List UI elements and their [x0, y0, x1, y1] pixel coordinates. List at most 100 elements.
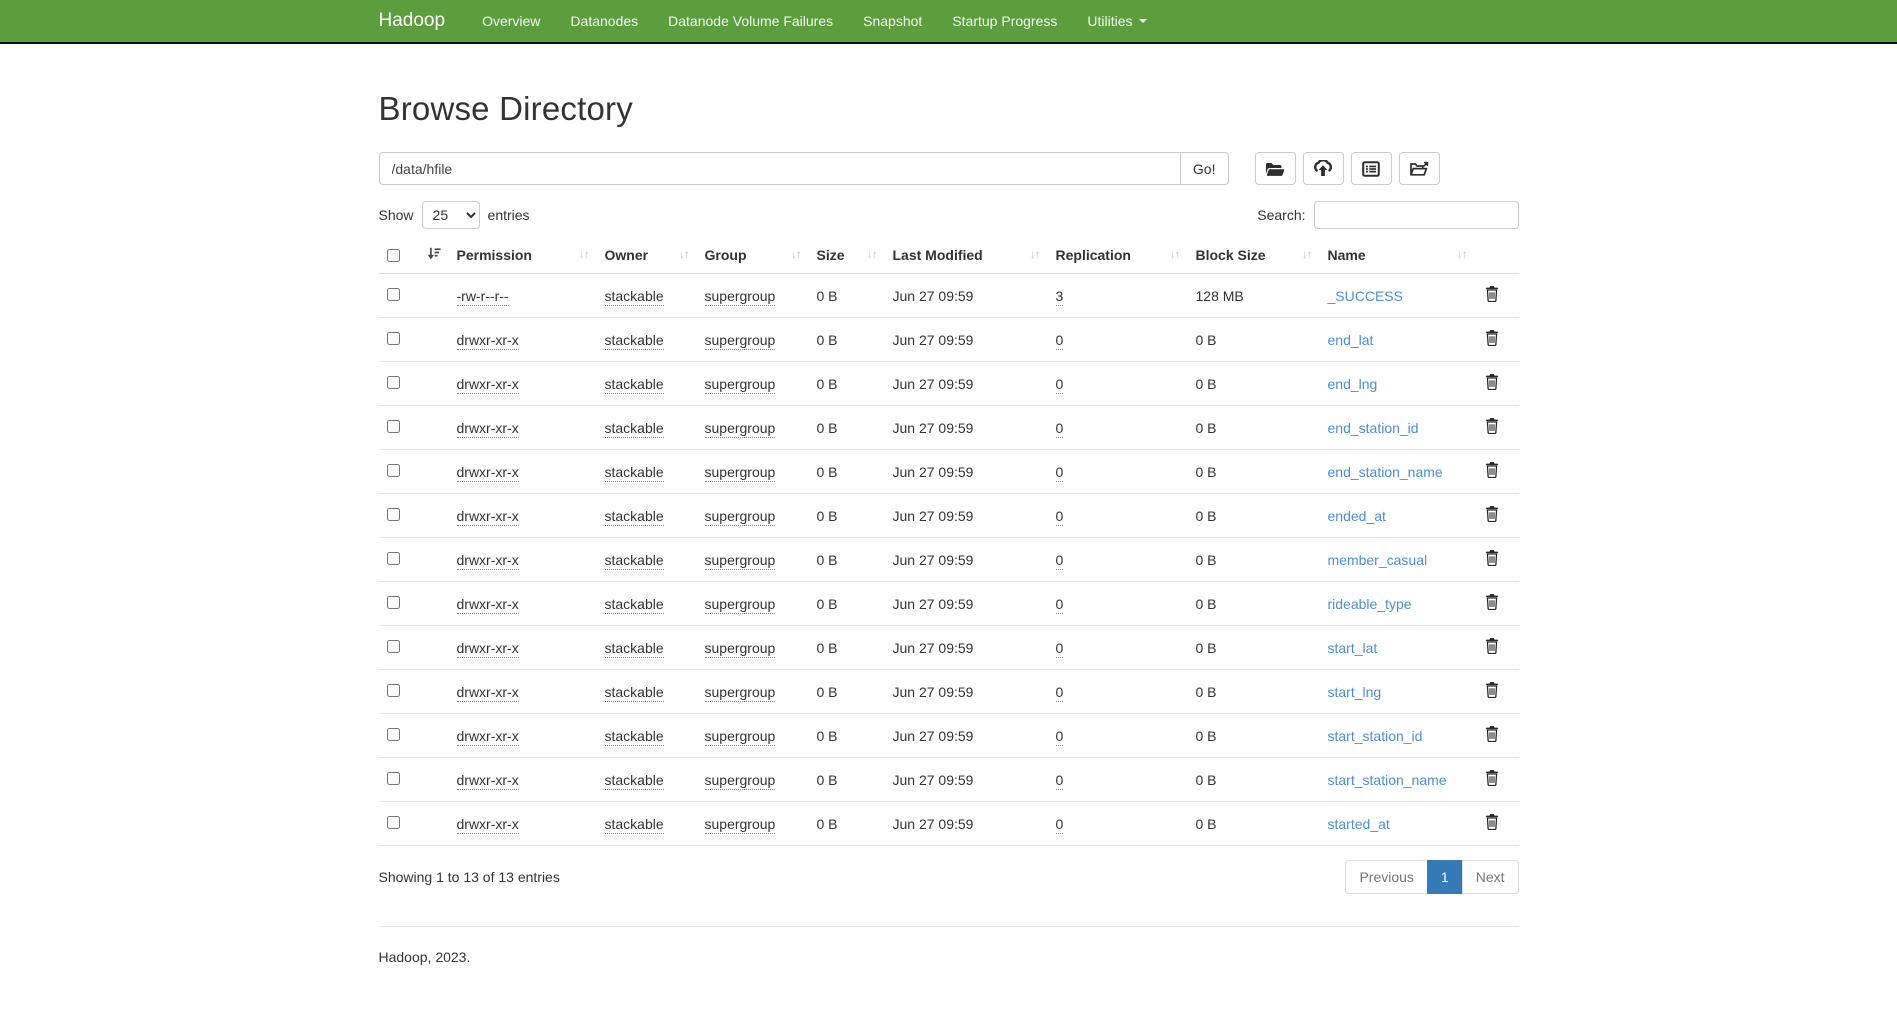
permission-value[interactable]: -rw-r--r-- [457, 288, 509, 306]
row-checkbox[interactable] [387, 508, 400, 521]
replication-value[interactable]: 0 [1056, 464, 1064, 482]
replication-value[interactable]: 0 [1056, 508, 1064, 526]
pagination-page-1[interactable]: 1 [1427, 860, 1463, 894]
pagination-previous[interactable]: Previous [1345, 860, 1427, 894]
row-checkbox[interactable] [387, 684, 400, 697]
select-all-checkbox[interactable] [387, 249, 400, 262]
create-directory-button[interactable] [1255, 152, 1296, 185]
owner-value[interactable]: stackable [605, 464, 664, 482]
owner-value[interactable]: stackable [605, 508, 664, 526]
delete-button[interactable] [1483, 680, 1501, 703]
group-value[interactable]: supergroup [705, 288, 776, 306]
owner-value[interactable]: stackable [605, 640, 664, 658]
nav-item-datanodes[interactable]: Datanodes [555, 0, 653, 42]
group-value[interactable]: supergroup [705, 684, 776, 702]
row-checkbox[interactable] [387, 420, 400, 433]
owner-value[interactable]: stackable [605, 816, 664, 834]
file-link[interactable]: end_lat [1328, 332, 1374, 348]
replication-value[interactable]: 3 [1056, 288, 1064, 306]
owner-value[interactable]: stackable [605, 420, 664, 438]
delete-button[interactable] [1483, 504, 1501, 527]
column-header-last-modified[interactable]: Last Modified↓↑ [885, 239, 1048, 274]
row-checkbox[interactable] [387, 728, 400, 741]
replication-value[interactable]: 0 [1056, 596, 1064, 614]
group-value[interactable]: supergroup [705, 596, 776, 614]
replication-value[interactable]: 0 [1056, 772, 1064, 790]
column-header-name[interactable]: Name↓↑ [1320, 239, 1475, 274]
delete-button[interactable] [1483, 592, 1501, 615]
row-checkbox[interactable] [387, 288, 400, 301]
file-link[interactable]: start_station_name [1328, 772, 1447, 788]
row-checkbox[interactable] [387, 816, 400, 829]
replication-value[interactable]: 0 [1056, 728, 1064, 746]
file-link[interactable]: start_station_id [1328, 728, 1423, 744]
go-button[interactable]: Go! [1180, 152, 1229, 185]
permission-value[interactable]: drwxr-xr-x [457, 728, 519, 746]
file-details-button[interactable] [1351, 152, 1392, 185]
permission-value[interactable]: drwxr-xr-x [457, 816, 519, 834]
select-all-header[interactable] [379, 239, 449, 274]
permission-value[interactable]: drwxr-xr-x [457, 640, 519, 658]
delete-button[interactable] [1483, 768, 1501, 791]
delete-button[interactable] [1483, 460, 1501, 483]
owner-value[interactable]: stackable [605, 376, 664, 394]
directory-path-input[interactable] [379, 152, 1180, 185]
owner-value[interactable]: stackable [605, 728, 664, 746]
replication-value[interactable]: 0 [1056, 640, 1064, 658]
search-input[interactable] [1314, 201, 1519, 229]
permission-value[interactable]: drwxr-xr-x [457, 464, 519, 482]
upload-files-button[interactable] [1303, 152, 1344, 185]
replication-value[interactable]: 0 [1056, 816, 1064, 834]
permission-value[interactable]: drwxr-xr-x [457, 772, 519, 790]
group-value[interactable]: supergroup [705, 640, 776, 658]
permission-value[interactable]: drwxr-xr-x [457, 596, 519, 614]
replication-value[interactable]: 0 [1056, 420, 1064, 438]
file-link[interactable]: end_station_name [1328, 464, 1443, 480]
group-value[interactable]: supergroup [705, 376, 776, 394]
pagination-next[interactable]: Next [1462, 860, 1519, 894]
owner-value[interactable]: stackable [605, 332, 664, 350]
owner-value[interactable]: stackable [605, 684, 664, 702]
nav-item-datanode-volume-failures[interactable]: Datanode Volume Failures [653, 0, 848, 42]
row-checkbox[interactable] [387, 464, 400, 477]
row-checkbox[interactable] [387, 596, 400, 609]
nav-dropdown-utilities[interactable]: Utilities [1072, 0, 1161, 42]
file-link[interactable]: member_casual [1328, 552, 1428, 568]
column-header-size[interactable]: Size↓↑ [809, 239, 885, 274]
replication-value[interactable]: 0 [1056, 684, 1064, 702]
file-link[interactable]: end_station_id [1328, 420, 1419, 436]
group-value[interactable]: supergroup [705, 816, 776, 834]
column-header-owner[interactable]: Owner↓↑ [597, 239, 697, 274]
owner-value[interactable]: stackable [605, 552, 664, 570]
delete-button[interactable] [1483, 724, 1501, 747]
file-link[interactable]: end_lng [1328, 376, 1378, 392]
row-checkbox[interactable] [387, 640, 400, 653]
delete-button[interactable] [1483, 416, 1501, 439]
permission-value[interactable]: drwxr-xr-x [457, 376, 519, 394]
row-checkbox[interactable] [387, 332, 400, 345]
permission-value[interactable]: drwxr-xr-x [457, 552, 519, 570]
row-checkbox[interactable] [387, 552, 400, 565]
owner-value[interactable]: stackable [605, 596, 664, 614]
delete-button[interactable] [1483, 812, 1501, 835]
permission-value[interactable]: drwxr-xr-x [457, 508, 519, 526]
file-link[interactable]: start_lng [1328, 684, 1382, 700]
nav-item-startup-progress[interactable]: Startup Progress [937, 0, 1072, 42]
column-header-permission[interactable]: Permission↓↑ [449, 239, 597, 274]
group-value[interactable]: supergroup [705, 420, 776, 438]
row-checkbox[interactable] [387, 772, 400, 785]
file-link[interactable]: rideable_type [1328, 596, 1412, 612]
group-value[interactable]: supergroup [705, 508, 776, 526]
page-size-select[interactable]: 25 [422, 201, 480, 229]
owner-value[interactable]: stackable [605, 288, 664, 306]
permission-value[interactable]: drwxr-xr-x [457, 332, 519, 350]
row-checkbox[interactable] [387, 376, 400, 389]
group-value[interactable]: supergroup [705, 332, 776, 350]
replication-value[interactable]: 0 [1056, 552, 1064, 570]
replication-value[interactable]: 0 [1056, 376, 1064, 394]
group-value[interactable]: supergroup [705, 772, 776, 790]
file-link[interactable]: ended_at [1328, 508, 1386, 524]
delete-button[interactable] [1483, 372, 1501, 395]
group-value[interactable]: supergroup [705, 728, 776, 746]
permission-value[interactable]: drwxr-xr-x [457, 684, 519, 702]
